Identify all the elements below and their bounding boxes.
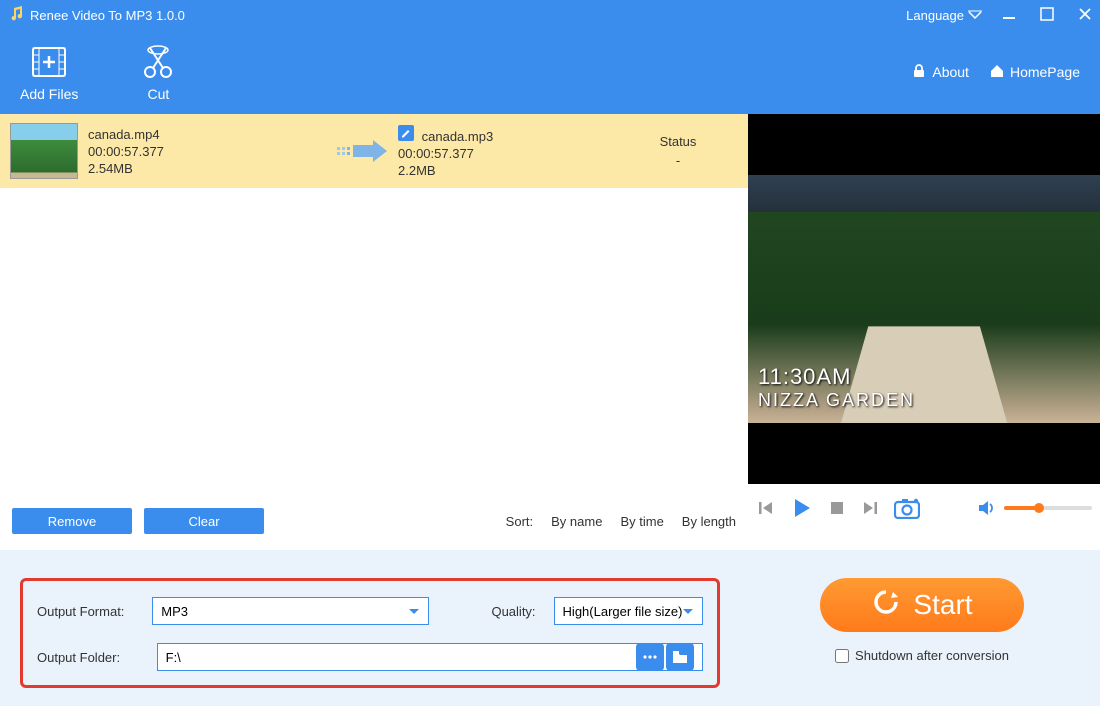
target-file-name-row: canada.mp3	[398, 125, 638, 144]
chevron-down-icon	[968, 8, 982, 23]
output-format-row: Output Format: MP3 Quality: High(Larger …	[37, 597, 703, 625]
more-button[interactable]	[636, 643, 664, 671]
conversion-arrow-icon	[328, 137, 398, 165]
start-area: Start Shutdown after conversion	[820, 578, 1024, 688]
player-controls	[748, 484, 1100, 532]
previous-button[interactable]	[756, 498, 776, 518]
output-format-value: MP3	[161, 604, 188, 619]
snapshot-button[interactable]	[894, 497, 920, 519]
file-list: canada.mp4 00:00:57.377 2.54MB canada.mp…	[0, 114, 748, 550]
list-controls: Remove Clear Sort: By name By time By le…	[0, 500, 748, 550]
lock-icon	[911, 63, 927, 82]
shutdown-label: Shutdown after conversion	[855, 648, 1009, 663]
output-format-label: Output Format:	[37, 604, 140, 619]
sort-by-time[interactable]: By time	[620, 514, 663, 529]
overlay-time: 11:30AM	[758, 364, 915, 390]
overlay-place: NIZZA GARDEN	[758, 390, 915, 411]
source-file-duration: 00:00:57.377	[88, 144, 328, 159]
output-format-dropdown[interactable]: MP3	[152, 597, 429, 625]
chevron-down-icon	[408, 604, 420, 619]
sort-by-length[interactable]: By length	[682, 514, 736, 529]
remove-button[interactable]: Remove	[12, 508, 132, 534]
source-file-info: canada.mp4 00:00:57.377 2.54MB	[88, 127, 328, 176]
status-header: Status	[660, 134, 697, 149]
minimize-button[interactable]	[1002, 7, 1016, 24]
edit-icon[interactable]	[398, 125, 414, 141]
output-folder-label: Output Folder:	[37, 650, 145, 665]
shutdown-checkbox[interactable]	[835, 649, 849, 663]
volume-slider[interactable]	[1004, 506, 1092, 510]
stop-button[interactable]	[828, 499, 846, 517]
homepage-link[interactable]: HomePage	[989, 63, 1080, 82]
browse-folder-button[interactable]	[666, 643, 694, 671]
main-toolbar: Add Files Cut About HomePage	[0, 30, 1100, 114]
app-title: Renee Video To MP3 1.0.0	[30, 8, 906, 23]
film-plus-icon	[29, 42, 69, 82]
cut-button[interactable]: Cut	[138, 42, 178, 102]
target-file-duration: 00:00:57.377	[398, 146, 638, 161]
scissors-icon	[138, 42, 178, 82]
status-column: Status -	[638, 134, 718, 168]
file-row[interactable]: canada.mp4 00:00:57.377 2.54MB canada.mp…	[0, 114, 748, 188]
bottom-panel: Output Format: MP3 Quality: High(Larger …	[0, 550, 1100, 706]
clear-button[interactable]: Clear	[144, 508, 264, 534]
start-button[interactable]: Start	[820, 578, 1024, 632]
video-frame[interactable]: 11:30AM NIZZA GARDEN	[748, 175, 1100, 423]
chevron-down-icon	[682, 604, 694, 619]
homepage-label: HomePage	[1010, 64, 1080, 80]
source-file-size: 2.54MB	[88, 161, 328, 176]
next-button[interactable]	[860, 498, 880, 518]
title-bar: Renee Video To MP3 1.0.0 Language	[0, 0, 1100, 30]
sort-by-name[interactable]: By name	[551, 514, 602, 529]
refresh-icon	[871, 587, 901, 624]
volume-icon[interactable]	[976, 498, 996, 518]
source-file-name: canada.mp4	[88, 127, 328, 142]
main-area: canada.mp4 00:00:57.377 2.54MB canada.mp…	[0, 114, 1100, 550]
sort-controls: Sort: By name By time By length	[506, 514, 736, 529]
volume-slider-knob[interactable]	[1034, 503, 1044, 513]
video-overlay-text: 11:30AM NIZZA GARDEN	[758, 364, 915, 411]
window-controls	[1002, 7, 1092, 24]
about-label: About	[932, 64, 969, 80]
video-preview-area: 11:30AM NIZZA GARDEN	[748, 114, 1100, 484]
quality-dropdown[interactable]: High(Larger file size)	[554, 597, 703, 625]
add-files-button[interactable]: Add Files	[20, 42, 78, 102]
quality-label: Quality:	[491, 604, 535, 619]
target-file-size: 2.2MB	[398, 163, 638, 178]
target-file-info: canada.mp3 00:00:57.377 2.2MB	[398, 125, 638, 178]
maximize-button[interactable]	[1040, 7, 1054, 24]
volume-area	[976, 498, 1092, 518]
start-label: Start	[913, 589, 972, 621]
output-folder-input[interactable]	[166, 650, 634, 665]
shutdown-checkbox-row[interactable]: Shutdown after conversion	[835, 648, 1009, 663]
language-label: Language	[906, 8, 964, 23]
quality-value: High(Larger file size)	[563, 604, 683, 619]
play-button[interactable]	[790, 496, 814, 520]
preview-panel: 11:30AM NIZZA GARDEN	[748, 114, 1100, 550]
cut-label: Cut	[147, 86, 169, 102]
music-note-icon	[8, 6, 24, 25]
output-settings-box: Output Format: MP3 Quality: High(Larger …	[20, 578, 720, 688]
sort-label: Sort:	[506, 514, 533, 529]
about-link[interactable]: About	[911, 63, 969, 82]
language-selector[interactable]: Language	[906, 8, 982, 23]
close-button[interactable]	[1078, 7, 1092, 24]
target-file-name: canada.mp3	[422, 129, 494, 144]
home-icon	[989, 63, 1005, 82]
status-value: -	[676, 153, 680, 168]
output-folder-row: Output Folder:	[37, 643, 703, 671]
add-files-label: Add Files	[20, 86, 78, 102]
file-list-empty-area	[0, 188, 748, 500]
output-folder-field[interactable]	[157, 643, 703, 671]
file-thumbnail	[10, 123, 78, 179]
